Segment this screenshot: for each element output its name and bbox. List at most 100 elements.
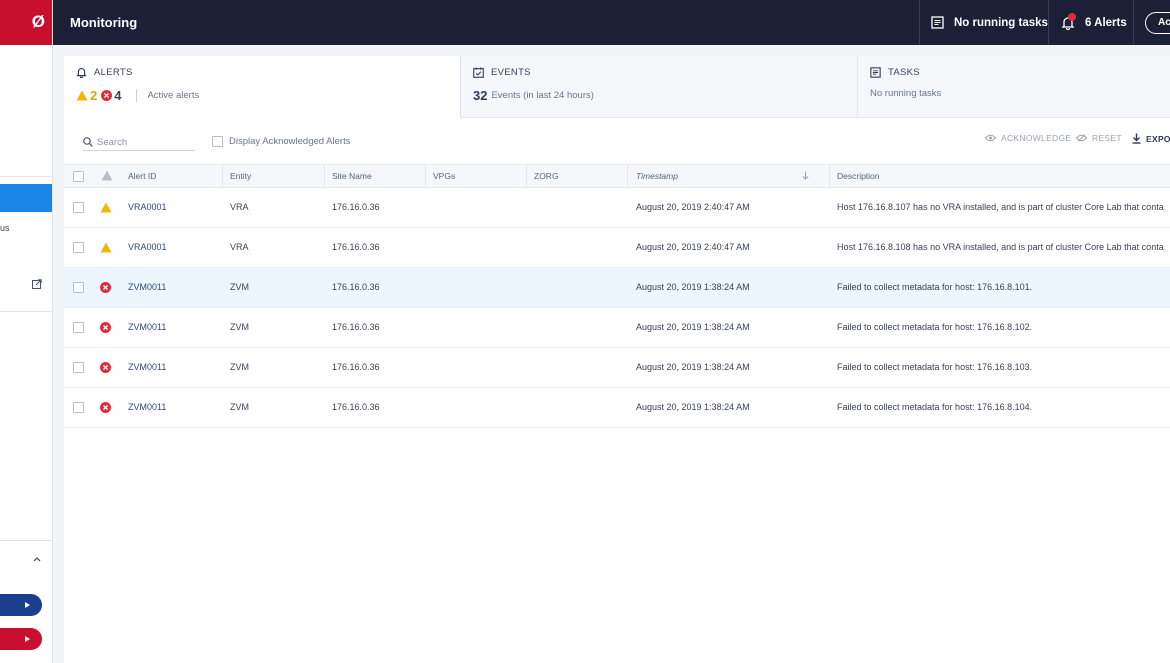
table-row[interactable]: ZVM0011 ZVM 176.16.0.36 August 20, 2019 1:3… xyxy=(64,268,1170,308)
play-icon xyxy=(25,636,30,642)
error-icon xyxy=(101,90,113,101)
description-cell: Failed to collect metadata for host: 176… xyxy=(837,402,1033,412)
site-name-cell: 176.16.0.36 xyxy=(332,202,380,212)
entity-cell: VRA xyxy=(230,202,249,212)
tab-alerts-label: ALERTS xyxy=(94,67,133,78)
tasks-label: No running tasks xyxy=(954,16,1048,29)
alert-id-cell[interactable]: ZVM0011 xyxy=(128,268,166,307)
reset-button[interactable]: RESET xyxy=(1076,133,1122,143)
table-header: Alert ID Entity Site Name VPGs ZORG Time… xyxy=(64,164,1170,188)
alert-id-cell[interactable]: ZVM0011 xyxy=(128,308,166,347)
sidebar-divider xyxy=(0,311,52,312)
entity-cell: ZVM xyxy=(230,322,249,332)
search-input[interactable] xyxy=(97,136,187,148)
table-row[interactable]: ZVM0011 ZVM 176.16.0.36 August 20, 2019 1:3… xyxy=(64,388,1170,428)
summary-tabs: ALERTS 2 4 Active alerts EVENTS 32 Event… xyxy=(64,56,1170,118)
sidebar-divider xyxy=(0,176,52,177)
entity-cell: ZVM xyxy=(230,282,249,292)
column-divider xyxy=(829,165,830,188)
running-tasks-button[interactable]: No running tasks xyxy=(931,0,1048,45)
warning-icon xyxy=(100,188,112,227)
divider xyxy=(136,89,138,102)
column-divider xyxy=(627,165,628,188)
chevron-up-icon[interactable] xyxy=(32,554,42,564)
sidebar-item-monitoring[interactable] xyxy=(0,184,52,212)
column-divider xyxy=(324,165,325,188)
alert-badge xyxy=(1068,12,1076,21)
sort-down-icon[interactable] xyxy=(802,171,809,182)
col-vpgs[interactable]: VPGs xyxy=(433,165,455,188)
alerts-label: 6 Alerts xyxy=(1085,16,1127,29)
external-link-icon[interactable] xyxy=(32,279,42,289)
sidebar-blue-button[interactable] xyxy=(0,594,42,616)
row-checkbox[interactable] xyxy=(73,348,84,387)
tasks-icon xyxy=(870,67,881,78)
col-timestamp[interactable]: Timestamp xyxy=(636,165,678,188)
tab-tasks-subtitle: No running tasks xyxy=(870,88,942,99)
tab-alerts-subtitle: Active alerts xyxy=(147,90,200,101)
error-icon xyxy=(100,348,111,387)
col-zorg[interactable]: ZORG xyxy=(534,165,559,188)
acknowledge-label: ACKNOWLEDGE xyxy=(1001,133,1072,143)
alerts-table: Alert ID Entity Site Name VPGs ZORG Time… xyxy=(64,164,1170,428)
tab-events-subtitle: Events (in last 24 hours) xyxy=(491,90,594,101)
alert-id-cell[interactable]: VRA0001 xyxy=(128,188,167,227)
download-icon xyxy=(1132,133,1141,144)
entity-cell: ZVM xyxy=(230,402,249,412)
table-row[interactable]: ZVM0011 ZVM 176.16.0.36 August 20, 2019 1:3… xyxy=(64,348,1170,388)
description-cell: Failed to collect metadata for host: 176… xyxy=(837,362,1033,372)
eye-off-icon xyxy=(1076,134,1087,142)
logo[interactable]: Ø xyxy=(0,0,52,45)
alert-id-cell[interactable]: ZVM0011 xyxy=(128,388,166,427)
timestamp-cell: August 20, 2019 1:38:24 AM xyxy=(636,402,750,412)
export-button[interactable]: EXPO xyxy=(1132,133,1170,144)
row-checkbox[interactable] xyxy=(73,388,84,427)
warning-icon xyxy=(76,90,88,101)
description-cell: Host 176.16.8.107 has no VRA installed, … xyxy=(837,202,1164,212)
header-divider xyxy=(919,0,920,45)
display-acknowledged-label: Display Acknowledged Alerts xyxy=(229,136,351,147)
display-acknowledged-checkbox[interactable] xyxy=(212,136,223,147)
timestamp-cell: August 20, 2019 2:40:47 AM xyxy=(636,242,750,252)
action-button[interactable]: Ac xyxy=(1145,12,1170,34)
sidebar-red-button[interactable] xyxy=(0,628,42,650)
row-checkbox[interactable] xyxy=(73,228,84,267)
alert-id-cell[interactable]: VRA0001 xyxy=(128,228,167,267)
tab-alerts[interactable]: ALERTS 2 4 Active alerts xyxy=(64,56,460,118)
acknowledge-button[interactable]: ACKNOWLEDGE xyxy=(985,133,1071,143)
table-row[interactable]: VRA0001 VRA 176.16.0.36 August 20, 2019 2:4… xyxy=(64,188,1170,228)
display-acknowledged-toggle[interactable]: Display Acknowledged Alerts xyxy=(212,136,350,147)
alerts-button[interactable]: 6 Alerts xyxy=(1061,0,1127,45)
tab-events[interactable]: EVENTS 32 Events (in last 24 hours) xyxy=(460,56,857,118)
alert-id-cell[interactable]: ZVM0011 xyxy=(128,348,166,387)
export-label: EXPO xyxy=(1146,133,1170,144)
row-checkbox[interactable] xyxy=(73,268,84,307)
column-divider xyxy=(425,165,426,188)
table-body: VRA0001 VRA 176.16.0.36 August 20, 2019 2:4… xyxy=(64,188,1170,428)
col-alert-id[interactable]: Alert ID xyxy=(128,165,156,188)
bell-icon xyxy=(1061,12,1076,30)
description-cell: Host 176.16.8.108 has no VRA installed, … xyxy=(837,242,1164,252)
top-bar: Monitoring No running tasks 6 Alerts Ac xyxy=(53,0,1170,45)
tab-tasks[interactable]: TASKS No running tasks xyxy=(857,56,1170,118)
sidebar-item-label[interactable]: us xyxy=(0,223,10,233)
row-checkbox[interactable] xyxy=(73,188,84,227)
header-divider xyxy=(1133,0,1134,45)
error-icon xyxy=(100,308,111,347)
sidebar-divider xyxy=(0,540,52,541)
col-site-name[interactable]: Site Name xyxy=(332,165,372,188)
page-title: Monitoring xyxy=(70,15,138,30)
row-checkbox[interactable] xyxy=(73,308,84,347)
table-row[interactable]: VRA0001 VRA 176.16.0.36 August 20, 2019 2:4… xyxy=(64,228,1170,268)
table-row[interactable]: ZVM0011 ZVM 176.16.0.36 August 20, 2019 1:3… xyxy=(64,308,1170,348)
col-entity[interactable]: Entity xyxy=(230,165,251,188)
description-cell: Failed to collect metadata for host: 176… xyxy=(837,322,1033,332)
tab-tasks-label: TASKS xyxy=(888,67,920,78)
timestamp-cell: August 20, 2019 1:38:24 AM xyxy=(636,362,750,372)
site-name-cell: 176.16.0.36 xyxy=(332,242,380,252)
bell-icon xyxy=(76,68,87,78)
warning-icon xyxy=(100,228,112,267)
select-all-checkbox[interactable] xyxy=(73,171,84,182)
col-description[interactable]: Description xyxy=(837,165,880,188)
site-name-cell: 176.16.0.36 xyxy=(332,402,380,412)
